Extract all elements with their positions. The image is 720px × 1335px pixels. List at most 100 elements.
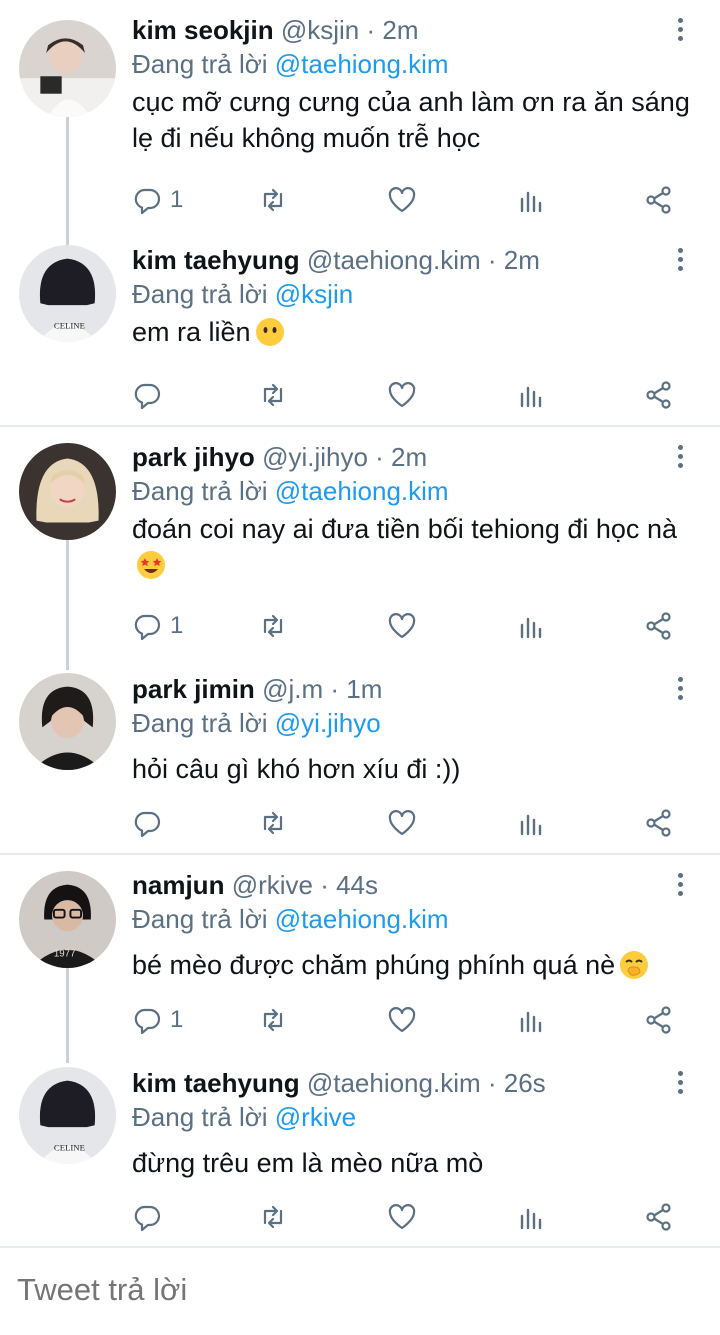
tweet-text: em ra liền — [132, 314, 692, 350]
reply-button[interactable] — [132, 378, 170, 412]
tweet[interactable]: park jimin @j.m · 1m Đang trả lời @yi.ji… — [0, 657, 720, 853]
tweet-text-content: đoán coi nay ai đưa tiền bối tehiong đi … — [132, 514, 677, 544]
author-handle[interactable]: @taehiong.kim — [307, 245, 481, 275]
analytics-button[interactable] — [517, 609, 547, 643]
reply-button[interactable]: 1 — [132, 1003, 183, 1037]
reply-button[interactable] — [132, 1200, 170, 1234]
author-name[interactable]: kim taehyung — [132, 245, 300, 275]
author-handle[interactable]: @j.m — [262, 674, 323, 704]
author-handle[interactable]: @taehiong.kim — [307, 1068, 481, 1098]
reply-button[interactable] — [132, 806, 170, 840]
avatar[interactable] — [19, 443, 116, 540]
reply-mention[interactable]: @taehiong.kim — [275, 49, 449, 79]
share-icon — [646, 809, 671, 837]
analytics-icon — [520, 386, 542, 408]
svg-text:CELINE: CELINE — [54, 1142, 85, 1152]
share-button[interactable] — [644, 1003, 674, 1037]
analytics-button[interactable] — [517, 1200, 547, 1234]
author-name[interactable]: kim seokjin — [132, 15, 274, 45]
share-button[interactable] — [644, 609, 674, 643]
like-button[interactable] — [387, 1003, 417, 1037]
reply-prefix: Đang trả lời — [132, 904, 275, 934]
tweet[interactable]: kim seokjin @ksjin · 2m Đang trả lời @ta… — [0, 0, 720, 247]
avatar[interactable]: CELINE — [19, 245, 116, 342]
replying-to: Đang trả lời @taehiong.kim — [132, 903, 449, 935]
tweet-text: cục mỡ cưng cưng của anh làm ơn ra ăn sá… — [132, 87, 690, 153]
author-handle[interactable]: @ksjin — [281, 15, 359, 45]
tweet-header: kim taehyung @taehiong.kim · 26s — [132, 1067, 546, 1099]
like-icon — [388, 187, 416, 213]
replying-to: Đang trả lời @taehiong.kim — [132, 48, 449, 80]
share-button[interactable] — [644, 183, 674, 217]
tweet[interactable]: park jihyo @yi.jihyo · 2m Đang trả lời @… — [0, 427, 720, 670]
avatar[interactable]: 1977 — [19, 871, 116, 968]
author-handle[interactable]: @yi.jihyo — [262, 442, 368, 472]
share-icon — [646, 612, 671, 640]
author-name[interactable]: namjun — [132, 870, 224, 900]
author-handle[interactable]: @rkive — [232, 870, 313, 900]
like-button[interactable] — [387, 609, 417, 643]
avatar[interactable] — [19, 20, 116, 117]
tweet-text-content: bé mèo được chăm phúng phính quá nè — [132, 950, 616, 980]
retweet-button[interactable] — [258, 378, 288, 412]
analytics-button[interactable] — [517, 806, 547, 840]
reply-compose-bar — [0, 1248, 720, 1335]
like-icon — [388, 810, 416, 836]
timestamp: · 1m — [330, 674, 383, 704]
retweet-button[interactable] — [258, 806, 288, 840]
reply-icon — [134, 1205, 161, 1232]
analytics-button[interactable] — [517, 1003, 547, 1037]
tweet[interactable]: CELINE kim taehyung @taehiong.kim · 2m Đ… — [0, 230, 720, 425]
share-button[interactable] — [644, 1200, 674, 1234]
more-icon[interactable] — [670, 248, 690, 278]
reply-mention[interactable]: @yi.jihyo — [275, 708, 381, 738]
reply-mention[interactable]: @taehiong.kim — [275, 476, 449, 506]
reply-button[interactable]: 1 — [132, 609, 183, 643]
tweet-actions — [132, 806, 692, 840]
share-icon — [646, 186, 671, 214]
replying-to: Đang trả lời @taehiong.kim — [132, 475, 449, 507]
timestamp: · 2m — [366, 15, 419, 45]
timestamp: · 2m — [375, 442, 428, 472]
more-icon[interactable] — [670, 1071, 690, 1101]
tweet[interactable]: CELINE kim taehyung @taehiong.kim · 26s … — [0, 1051, 720, 1247]
retweet-button[interactable] — [258, 1200, 288, 1234]
reply-mention[interactable]: @taehiong.kim — [275, 904, 449, 934]
retweet-button[interactable] — [258, 609, 288, 643]
reply-input[interactable] — [17, 1272, 697, 1308]
author-name[interactable]: park jimin — [132, 674, 255, 704]
reply-icon — [134, 1008, 161, 1035]
author-name[interactable]: park jihyo — [132, 442, 255, 472]
retweet-icon — [263, 188, 283, 212]
reply-icon — [134, 614, 161, 641]
tweet[interactable]: 1977 namjun @rkive · 44s Đang trả lời @t… — [0, 855, 720, 1063]
share-button[interactable] — [644, 378, 674, 412]
more-icon[interactable] — [670, 677, 690, 707]
reply-button[interactable]: 1 — [132, 183, 183, 217]
thread-line — [66, 540, 69, 670]
analytics-button[interactable] — [517, 378, 547, 412]
like-button[interactable] — [387, 378, 417, 412]
replying-to: Đang trả lời @rkive — [132, 1101, 356, 1133]
retweet-button[interactable] — [258, 183, 288, 217]
share-icon — [646, 381, 671, 409]
more-icon[interactable] — [670, 873, 690, 903]
tweet-actions: 1 — [132, 609, 692, 643]
reply-prefix: Đang trả lời — [132, 708, 275, 738]
reply-prefix: Đang trả lời — [132, 476, 275, 506]
avatar[interactable]: CELINE — [19, 1067, 116, 1164]
like-button[interactable] — [387, 183, 417, 217]
avatar[interactable] — [19, 673, 116, 770]
retweet-icon — [263, 811, 283, 835]
more-icon[interactable] — [670, 445, 690, 475]
like-button[interactable] — [387, 1200, 417, 1234]
author-name[interactable]: kim taehyung — [132, 1068, 300, 1098]
retweet-button[interactable] — [258, 1003, 288, 1037]
reply-mention[interactable]: @rkive — [275, 1102, 356, 1132]
analytics-icon — [520, 191, 542, 213]
like-button[interactable] — [387, 806, 417, 840]
share-button[interactable] — [644, 806, 674, 840]
more-icon[interactable] — [670, 18, 690, 48]
analytics-button[interactable] — [517, 183, 547, 217]
reply-mention[interactable]: @ksjin — [275, 279, 353, 309]
